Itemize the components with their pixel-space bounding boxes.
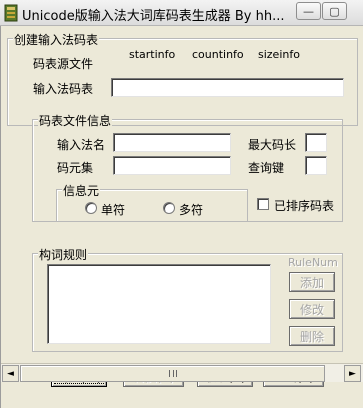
query-key-input[interactable] [305,156,327,175]
rules-textarea[interactable] [47,264,271,344]
maximize-icon: ▢ [329,4,340,18]
ime-name-input[interactable] [113,133,231,152]
scroll-left-button[interactable]: ◄ [2,365,19,382]
ime-table-input[interactable] [111,78,344,97]
grip-icon [168,370,177,377]
single-char-label: 单符 [101,203,126,217]
sorted-table-checkbox[interactable] [257,198,269,210]
window-body: 创建输入法码表 码表源文件 startinfo countinfo sizein… [0,26,363,408]
title-bar[interactable]: Unicode版输入法大词库码表生成器 By hh... — ▢ [0,0,363,26]
window-title: Unicode版输入法大词库码表生成器 By hh... [22,9,285,24]
info-group-title: 码表文件信息 [38,112,113,129]
max-code-length-label: 最大码长 [248,138,297,152]
single-char-radio[interactable] [85,202,97,214]
query-key-label: 查询键 [248,161,285,175]
scroll-thumb[interactable] [20,365,325,382]
horizontal-scrollbar[interactable]: ◄ ► [1,363,363,382]
maximize-button[interactable]: ▢ [322,2,347,20]
sorted-table-label: 已排序码表 [274,199,335,213]
delete-rule-button[interactable]: 删除 [289,326,335,346]
max-code-length-input[interactable] [305,133,327,152]
create-group-title: 创建输入法码表 [13,31,100,48]
arrow-left-icon: ◄ [7,368,14,379]
ime-table-label: 输入法码表 [33,82,94,96]
sizeinfo-label: sizeinfo [258,48,300,61]
source-file-label: 码表源文件 [33,57,94,71]
scroll-right-button[interactable]: ► [344,365,361,382]
minimize-icon: — [303,4,314,18]
minimize-button[interactable]: — [296,2,321,20]
countinfo-label: countinfo [192,48,244,61]
arrow-right-icon: ► [349,368,356,379]
info-element-title: 信息元 [62,182,101,199]
multi-char-radio[interactable] [163,202,175,214]
code-set-input[interactable] [113,156,231,175]
startinfo-label: startinfo [129,48,176,61]
app-icon [4,4,18,22]
multi-char-label: 多符 [179,203,204,217]
modify-rule-button[interactable]: 修改 [289,299,335,319]
add-rule-button[interactable]: 添加 [289,272,335,292]
rules-group-title: 构词规则 [38,246,89,263]
rulenum-label: RuleNum [288,256,338,269]
code-set-label: 码元集 [57,161,94,175]
ime-name-label: 输入法名 [57,138,106,152]
